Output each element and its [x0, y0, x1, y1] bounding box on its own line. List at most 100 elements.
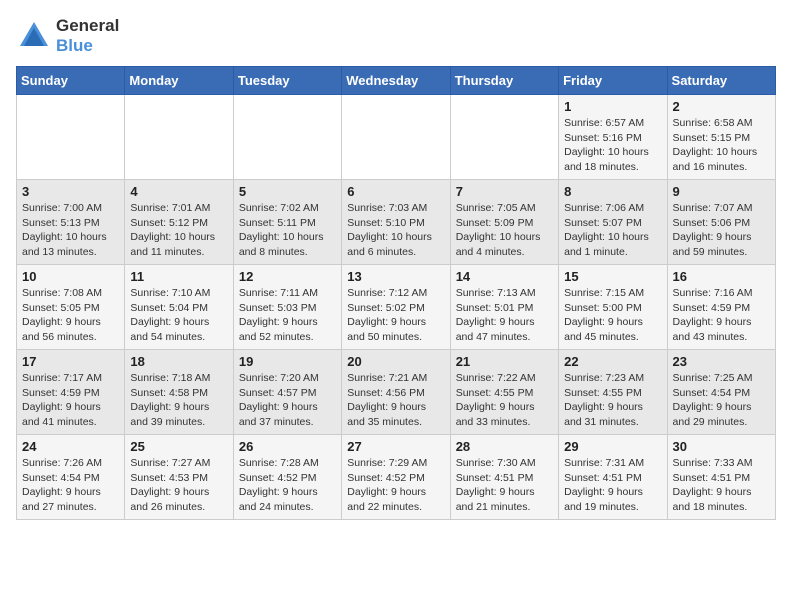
day-number: 9 [673, 184, 770, 199]
day-info: Sunrise: 7:06 AM Sunset: 5:07 PM Dayligh… [564, 201, 661, 260]
day-info: Sunrise: 7:25 AM Sunset: 4:54 PM Dayligh… [673, 371, 770, 430]
day-info: Sunrise: 7:02 AM Sunset: 5:11 PM Dayligh… [239, 201, 336, 260]
day-number: 11 [130, 269, 227, 284]
day-info: Sunrise: 7:05 AM Sunset: 5:09 PM Dayligh… [456, 201, 553, 260]
calendar-cell: 21Sunrise: 7:22 AM Sunset: 4:55 PM Dayli… [450, 350, 558, 435]
calendar-cell: 12Sunrise: 7:11 AM Sunset: 5:03 PM Dayli… [233, 265, 341, 350]
day-info: Sunrise: 7:15 AM Sunset: 5:00 PM Dayligh… [564, 286, 661, 345]
weekday-header-sunday: Sunday [17, 67, 125, 95]
calendar-cell: 26 Sunrise: 7:28 AM Sunset: 4:52 PM Dayli… [233, 435, 341, 520]
day-number: 10 [22, 269, 119, 284]
calendar-cell: 16 Sunrise: 7:16 AM Sunset: 4:59 PM Dayli… [667, 265, 775, 350]
calendar-cell: 20 Sunrise: 7:21 AM Sunset: 4:56 PM Dayli… [342, 350, 450, 435]
logo-general: General [56, 16, 119, 36]
calendar-cell [17, 95, 125, 180]
weekday-header-saturday: Saturday [667, 67, 775, 95]
day-info: Sunrise: 7:10 AM Sunset: 5:04 PM Dayligh… [130, 286, 227, 345]
day-number: 2 [673, 99, 770, 114]
day-info: Sunrise: 7:01 AM Sunset: 5:12 PM Dayligh… [130, 201, 227, 260]
calendar-cell: 13 Sunrise: 7:12 AM Sunset: 5:02 PM Dayli… [342, 265, 450, 350]
calendar-cell: 9 Sunrise: 7:07 AM Sunset: 5:06 PM Daylig… [667, 180, 775, 265]
day-info: Sunrise: 7:30 AM Sunset: 4:51 PM Dayligh… [456, 456, 553, 515]
day-number: 3 [22, 184, 119, 199]
day-number: 5 [239, 184, 336, 199]
calendar-cell: 24 Sunrise: 7:26 AM Sunset: 4:54 PM Dayli… [17, 435, 125, 520]
day-info: Sunrise: 7:08 AM Sunset: 5:05 PM Dayligh… [22, 286, 119, 345]
day-info: Sunrise: 7:03 AM Sunset: 5:10 PM Dayligh… [347, 201, 444, 260]
day-number: 24 [22, 439, 119, 454]
weekday-header-wednesday: Wednesday [342, 67, 450, 95]
calendar-cell: 2 Sunrise: 6:58 AM Sunset: 5:15 PM Daylig… [667, 95, 775, 180]
calendar-cell: 7Sunrise: 7:05 AM Sunset: 5:09 PM Daylig… [450, 180, 558, 265]
calendar-week-5: 24 Sunrise: 7:26 AM Sunset: 4:54 PM Dayli… [17, 435, 776, 520]
day-info: Sunrise: 6:57 AM Sunset: 5:16 PM Dayligh… [564, 116, 661, 175]
day-number: 6 [347, 184, 444, 199]
day-number: 17 [22, 354, 119, 369]
day-number: 21 [456, 354, 553, 369]
logo-blue: Blue [56, 36, 119, 56]
calendar-cell: 5 Sunrise: 7:02 AM Sunset: 5:11 PM Daylig… [233, 180, 341, 265]
calendar-cell [125, 95, 233, 180]
day-number: 13 [347, 269, 444, 284]
calendar-cell: 3Sunrise: 7:00 AM Sunset: 5:13 PM Daylig… [17, 180, 125, 265]
day-number: 12 [239, 269, 336, 284]
day-number: 30 [673, 439, 770, 454]
day-number: 25 [130, 439, 227, 454]
logo-icon [16, 18, 52, 54]
calendar-cell: 15 Sunrise: 7:15 AM Sunset: 5:00 PM Dayli… [559, 265, 667, 350]
day-info: Sunrise: 7:07 AM Sunset: 5:06 PM Dayligh… [673, 201, 770, 260]
day-info: Sunrise: 6:58 AM Sunset: 5:15 PM Dayligh… [673, 116, 770, 175]
day-number: 16 [673, 269, 770, 284]
weekday-header-thursday: Thursday [450, 67, 558, 95]
day-info: Sunrise: 7:21 AM Sunset: 4:56 PM Dayligh… [347, 371, 444, 430]
weekday-header-friday: Friday [559, 67, 667, 95]
logo: General Blue [16, 16, 119, 56]
day-number: 15 [564, 269, 661, 284]
day-info: Sunrise: 7:23 AM Sunset: 4:55 PM Dayligh… [564, 371, 661, 430]
day-info: Sunrise: 7:20 AM Sunset: 4:57 PM Dayligh… [239, 371, 336, 430]
calendar-week-1: 1 Sunrise: 6:57 AM Sunset: 5:16 PM Daylig… [17, 95, 776, 180]
day-number: 19 [239, 354, 336, 369]
day-number: 20 [347, 354, 444, 369]
page-header: General Blue [16, 16, 776, 56]
calendar-cell: 27Sunrise: 7:29 AM Sunset: 4:52 PM Dayli… [342, 435, 450, 520]
weekday-header-monday: Monday [125, 67, 233, 95]
day-number: 14 [456, 269, 553, 284]
day-number: 28 [456, 439, 553, 454]
day-info: Sunrise: 7:18 AM Sunset: 4:58 PM Dayligh… [130, 371, 227, 430]
day-number: 23 [673, 354, 770, 369]
day-info: Sunrise: 7:26 AM Sunset: 4:54 PM Dayligh… [22, 456, 119, 515]
calendar-cell: 30Sunrise: 7:33 AM Sunset: 4:51 PM Dayli… [667, 435, 775, 520]
day-info: Sunrise: 7:28 AM Sunset: 4:52 PM Dayligh… [239, 456, 336, 515]
calendar-cell: 8Sunrise: 7:06 AM Sunset: 5:07 PM Daylig… [559, 180, 667, 265]
calendar-cell: 14 Sunrise: 7:13 AM Sunset: 5:01 PM Dayli… [450, 265, 558, 350]
day-info: Sunrise: 7:12 AM Sunset: 5:02 PM Dayligh… [347, 286, 444, 345]
calendar-cell: 23 Sunrise: 7:25 AM Sunset: 4:54 PM Dayli… [667, 350, 775, 435]
calendar-cell: 11 Sunrise: 7:10 AM Sunset: 5:04 PM Dayli… [125, 265, 233, 350]
calendar-cell: 1 Sunrise: 6:57 AM Sunset: 5:16 PM Daylig… [559, 95, 667, 180]
calendar-cell [342, 95, 450, 180]
day-number: 29 [564, 439, 661, 454]
calendar-cell [450, 95, 558, 180]
calendar-table: SundayMondayTuesdayWednesdayThursdayFrid… [16, 66, 776, 520]
day-number: 22 [564, 354, 661, 369]
weekday-header-row: SundayMondayTuesdayWednesdayThursdayFrid… [17, 67, 776, 95]
weekday-header-tuesday: Tuesday [233, 67, 341, 95]
calendar-cell: 22 Sunrise: 7:23 AM Sunset: 4:55 PM Dayli… [559, 350, 667, 435]
day-number: 27 [347, 439, 444, 454]
calendar-cell [233, 95, 341, 180]
calendar-cell: 19 Sunrise: 7:20 AM Sunset: 4:57 PM Dayli… [233, 350, 341, 435]
day-info: Sunrise: 7:13 AM Sunset: 5:01 PM Dayligh… [456, 286, 553, 345]
calendar-cell: 10 Sunrise: 7:08 AM Sunset: 5:05 PM Dayli… [17, 265, 125, 350]
day-number: 1 [564, 99, 661, 114]
day-number: 18 [130, 354, 227, 369]
calendar-cell: 18 Sunrise: 7:18 AM Sunset: 4:58 PM Dayli… [125, 350, 233, 435]
day-info: Sunrise: 7:31 AM Sunset: 4:51 PM Dayligh… [564, 456, 661, 515]
calendar-cell: 6 Sunrise: 7:03 AM Sunset: 5:10 PM Daylig… [342, 180, 450, 265]
day-info: Sunrise: 7:16 AM Sunset: 4:59 PM Dayligh… [673, 286, 770, 345]
day-info: Sunrise: 7:17 AM Sunset: 4:59 PM Dayligh… [22, 371, 119, 430]
calendar-week-3: 10 Sunrise: 7:08 AM Sunset: 5:05 PM Dayli… [17, 265, 776, 350]
day-number: 4 [130, 184, 227, 199]
day-number: 26 [239, 439, 336, 454]
calendar-cell: 4 Sunrise: 7:01 AM Sunset: 5:12 PM Daylig… [125, 180, 233, 265]
